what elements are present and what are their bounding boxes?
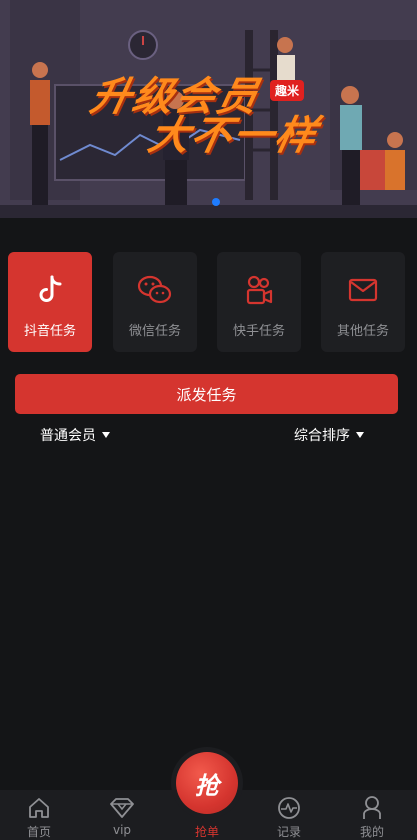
category-kuaishou[interactable]: 快手任务 bbox=[217, 252, 301, 352]
member-level-label: 普通会员 bbox=[40, 428, 96, 444]
sort-dropdown[interactable]: 综合排序 bbox=[294, 425, 364, 445]
sort-label: 综合排序 bbox=[294, 428, 350, 444]
tab-home[interactable]: 首页 bbox=[9, 790, 69, 840]
banner-title-line2: 大不一样 bbox=[144, 113, 323, 159]
dispatch-task-button[interactable]: 派发任务 bbox=[15, 374, 398, 414]
user-icon bbox=[361, 795, 383, 821]
category-label: 其他任务 bbox=[336, 324, 389, 339]
category-label: 抖音任务 bbox=[23, 324, 76, 339]
tab-vip[interactable]: vip bbox=[92, 790, 152, 840]
member-level-dropdown[interactable]: 普通会员 bbox=[40, 425, 110, 445]
grab-order-button[interactable]: 抢 bbox=[176, 752, 238, 814]
caret-down-icon bbox=[356, 432, 364, 438]
kuaishou-icon bbox=[239, 272, 279, 308]
promo-banner[interactable]: 升级会员 大不一样 趣米 bbox=[0, 0, 417, 218]
caret-down-icon bbox=[102, 432, 110, 438]
grab-button-label: 抢 bbox=[195, 771, 219, 800]
tab-mine[interactable]: 我的 bbox=[342, 790, 402, 840]
mail-icon bbox=[343, 272, 383, 308]
diamond-icon bbox=[109, 795, 135, 821]
banner-brand-tag: 趣米 bbox=[270, 80, 305, 101]
tab-label: 首页 bbox=[26, 825, 51, 839]
carousel-indicator-dot[interactable] bbox=[212, 198, 220, 206]
category-label: 快手任务 bbox=[232, 324, 285, 339]
tiktok-icon bbox=[30, 272, 70, 308]
activity-icon bbox=[277, 795, 301, 821]
home-icon bbox=[27, 795, 51, 821]
tab-label: 我的 bbox=[359, 825, 384, 839]
category-wechat[interactable]: 微信任务 bbox=[113, 252, 197, 352]
wechat-icon bbox=[135, 272, 175, 308]
category-douyin[interactable]: 抖音任务 bbox=[8, 252, 92, 352]
task-category-grid: 抖音任务 微信任务 快手任务 其他任务 bbox=[8, 252, 409, 352]
tab-label: 记录 bbox=[276, 825, 301, 839]
tab-records[interactable]: 记录 bbox=[259, 790, 319, 840]
tab-label: 抢单 bbox=[194, 825, 219, 839]
category-other[interactable]: 其他任务 bbox=[321, 252, 405, 352]
tab-label: vip bbox=[112, 823, 132, 837]
category-label: 微信任务 bbox=[128, 324, 181, 339]
